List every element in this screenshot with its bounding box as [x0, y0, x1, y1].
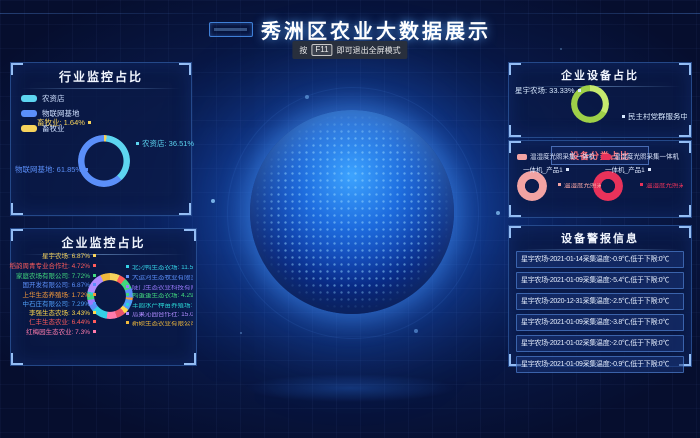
panel-title: 企业监控占比 — [11, 234, 196, 251]
legend-swatch — [21, 125, 37, 132]
chart-label: 温湿度光照采 — [555, 183, 601, 190]
title-underline — [21, 88, 181, 89]
header: 秀洲区农业大数据展示 — [0, 15, 700, 44]
decor-sparkles — [0, 0, 2, 2]
chart-label: 民主村党群服务中心: — [619, 113, 687, 121]
chart-label: 上华生态养殖场: 1.72% — [22, 293, 99, 300]
chart-label: 鸭蛋蛋生态农场: 4.29% — [123, 293, 193, 300]
chart-label: 瓜果沁园合作社: 15.02% — [123, 312, 193, 319]
device-class-donut-left — [517, 171, 547, 201]
chart-label: 星宇农场: 6.87% — [42, 254, 99, 261]
chart-label: 物联网基地: 61.85% — [15, 166, 91, 174]
chart-label: 陡门生态农业科技有限公 — [123, 285, 193, 292]
chart-label: 新硕生态农业有限公司: 6.87% — [123, 321, 193, 328]
chart-label: 一体机_产品1 — [523, 168, 572, 175]
panel-title: 设备警报信息 — [509, 230, 691, 246]
chart-label: 仁丰生态农业: 6.44% — [29, 320, 99, 327]
f11-keycap: F11 — [311, 44, 332, 56]
legend-swatch — [21, 110, 37, 117]
alarm-row: 星宇农场-2020-12-31采集温度:-2.5℃,低于下限:0℃ — [516, 293, 684, 310]
alarm-row: 星宇农场-2021-01-09采集温度:-3.8℃,低于下限:0℃ — [516, 314, 684, 331]
tooltip-text-prefix: 按 — [299, 45, 307, 56]
logo-badge — [209, 22, 253, 37]
globe-dot-map — [254, 114, 450, 310]
alarm-row: 星宇农场-2021-01-14采集温度:-0.9℃,低于下限:0℃ — [516, 251, 684, 268]
chart-label: 家庭农场有限公司: 7.72% — [16, 274, 99, 281]
chart-label: 稻韵周青专业合作社: 4.72% — [9, 264, 99, 271]
panel-device-alarm-info: 设备警报信息 星宇农场-2021-01-14采集温度:-0.9℃,低于下限:0℃… — [508, 225, 692, 367]
panel-enterprise-monitor-ratio: 企业监控占比 星宇农场: 6.87% 稻韵周青专业合作社: 4.72% 家庭农场有限… — [10, 228, 197, 366]
device-legend: 温湿度光照采集一体机 — [601, 154, 679, 161]
panel-device-classification-ratio: 设备分类占比 温湿度光照采集一体机一体机_产品1温湿度光照采温湿度光照采集一体机… — [508, 140, 692, 218]
legend-item: 农资店 — [21, 93, 80, 104]
panel-title: 企业设备占比 — [509, 67, 691, 83]
chart-label: 畜牧业: 1.64% — [37, 119, 94, 127]
panel-industry-monitor-ratio: 行业监控占比 农资店物联网基地畜牧业 畜牧业: 1.64% 农资店: 36.51%… — [10, 62, 192, 216]
device-legend: 温湿度光照采集一体机 — [517, 154, 595, 161]
chart-label: 星宇农场: 33.33% — [515, 87, 584, 95]
tooltip-text-suffix: 即可退出全屏模式 — [337, 45, 401, 56]
chart-label: 国开发有限公司: 6.87% — [22, 283, 99, 290]
panel-enterprise-equipment-ratio: 企业设备占比 星宇农场: 33.33% 民主村党群服务中心: — [508, 62, 692, 138]
chart-label: 中石庄有限公司: 7.29% — [22, 302, 99, 309]
alarm-row: 星宇农场-2021-01-09采集温度:-0.9℃,低于下限:0℃ — [516, 356, 684, 373]
page-title: 秀洲区农业大数据展示 — [261, 15, 491, 44]
chart-label: 红梅园生态农业: 7.3% — [26, 330, 99, 337]
legend-swatch — [601, 154, 611, 160]
chart-label: 温湿度光照采 — [637, 183, 683, 190]
legend-swatch — [517, 154, 527, 160]
industry-donut-chart — [78, 135, 130, 187]
industry-legend: 农资店物联网基地畜牧业 — [21, 93, 80, 138]
alarm-row: 星宇农场-2021-01-02采集温度:-2.0℃,低于下限:0℃ — [516, 335, 684, 352]
alarm-row: 星宇农场-2021-01-09采集温度:-5.4℃,低于下限:0℃ — [516, 272, 684, 289]
chart-label: 北汈鸭生态农场: 11.50% — [123, 265, 193, 272]
legend-label: 农资店 — [42, 93, 65, 104]
title-underline — [519, 249, 681, 250]
panel-title: 行业监控占比 — [11, 68, 191, 85]
chart-label: 大运河生态牧业有限责任公 — [123, 275, 193, 282]
chart-label: 一体机_产品1 — [605, 168, 654, 175]
floor-glow — [200, 368, 500, 408]
chart-label: 丰圆水产种苗养殖场: 1. — [123, 303, 193, 310]
chart-label: 李强生态农场: 3.43% — [29, 311, 99, 318]
globe-visualization — [250, 110, 454, 314]
header-divider — [0, 13, 700, 14]
legend-swatch — [21, 95, 37, 102]
fullscreen-exit-tooltip: 按 F11 即可退出全屏模式 — [292, 41, 407, 59]
chart-label: 农资店: 36.51% — [133, 140, 194, 148]
alarm-list: 星宇农场-2021-01-14采集温度:-0.9℃,低于下限:0℃ 星宇农场-20… — [516, 251, 684, 377]
dashboard-screen: 秀洲区农业大数据展示 按 F11 即可退出全屏模式 行业监控占比 农资店物联网基… — [0, 0, 700, 438]
